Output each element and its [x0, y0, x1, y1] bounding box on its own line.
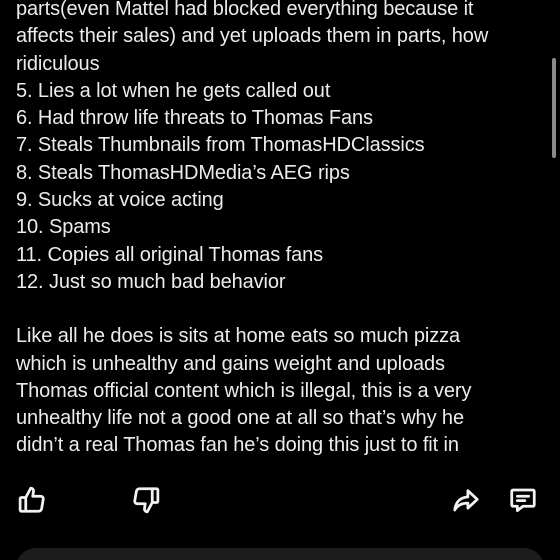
list-item: 5. Lies a lot when he gets called out: [16, 79, 331, 102]
action-bar: [0, 480, 560, 524]
downvote-button[interactable]: [126, 480, 166, 520]
list-item: 6. Had throw life threats to Thomas Fans: [16, 107, 373, 130]
comment-line: ridiculous: [16, 52, 100, 75]
upvote-button[interactable]: [12, 480, 52, 520]
list-item: 8. Steals ThomasHDMedia’s AEG rips: [16, 161, 350, 184]
list-item: 9. Sucks at voice acting: [16, 189, 224, 212]
thumbs-down-icon: [133, 487, 160, 514]
reply-input[interactable]: [16, 548, 544, 560]
comment-button[interactable]: [503, 480, 543, 520]
list-item: 10. Spams: [16, 216, 111, 239]
comment-line: affects their sales) and yet uploads the…: [16, 25, 489, 48]
comment-line: Like all he does is sits at home eats so…: [16, 325, 461, 348]
share-arrow-icon: [453, 489, 479, 512]
comment-line: Thomas official content which is illegal…: [16, 379, 472, 402]
scrollbar[interactable]: [552, 58, 556, 158]
list-item: 11. Copies all original Thomas fans: [16, 243, 324, 266]
comment-viewport[interactable]: parts(even Mattel had blocked everything…: [0, 0, 560, 560]
comment-body: parts(even Mattel had blocked everything…: [16, 0, 536, 460]
comment-line: which is unhealthy and gains weight and …: [16, 352, 445, 375]
comment-line: parts(even Mattel had blocked everything…: [16, 0, 474, 20]
share-button[interactable]: [446, 480, 486, 520]
comment-line: didn’t a real Thomas fan he’s doing this…: [16, 434, 459, 457]
list-item: 7. Steals Thumbnails from ThomasHDClassi…: [16, 134, 425, 157]
comment-line: unhealthy life not a good one at all so …: [16, 407, 464, 430]
list-item: 12. Just so much bad behavior: [16, 270, 286, 293]
comment-bubble-icon: [510, 488, 536, 512]
thumbs-up-icon: [18, 486, 45, 513]
